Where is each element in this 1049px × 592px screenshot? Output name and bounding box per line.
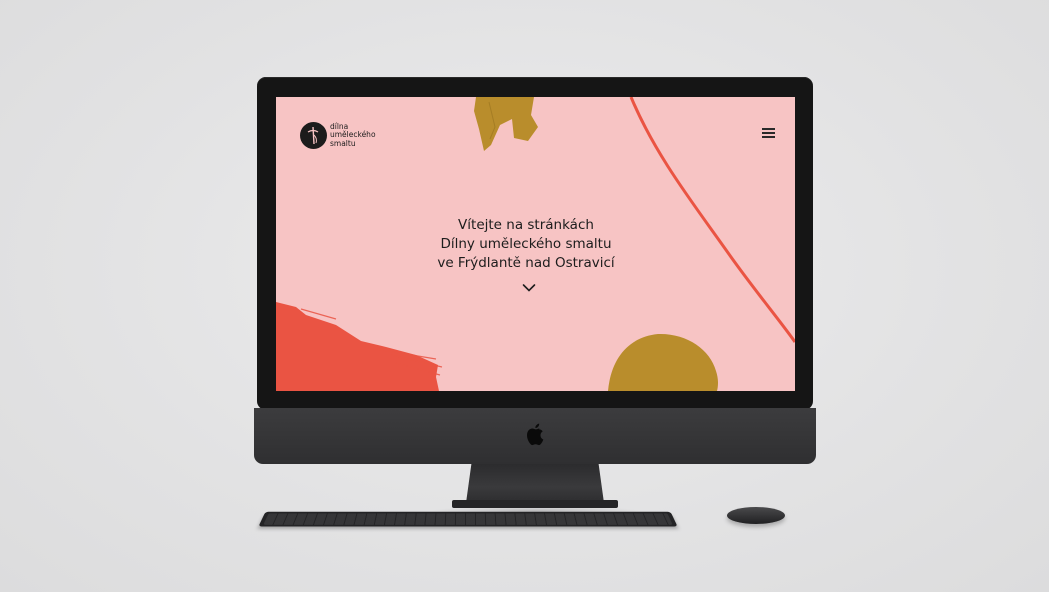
hamburger-menu-icon[interactable] xyxy=(762,128,775,138)
desk-scene: dílna uměleckého smaltu Vítejte na strán… xyxy=(0,0,1049,592)
hero-line-1: Vítejte na stránkách xyxy=(458,217,594,233)
monitor-stand xyxy=(466,463,604,503)
enamel-logo-icon xyxy=(300,122,327,149)
apple-logo-icon xyxy=(527,423,544,446)
ochre-blob xyxy=(608,333,718,391)
hero-line-3: ve Frýdlantě nad Ostravicí xyxy=(437,255,615,271)
site-logo[interactable]: dílna uměleckého smaltu xyxy=(300,122,376,149)
website-screen: dílna uměleckého smaltu Vítejte na strán… xyxy=(276,97,795,391)
red-brushstroke-bottom xyxy=(276,302,439,391)
keyboard xyxy=(258,511,678,527)
chevron-down-icon[interactable] xyxy=(522,283,536,293)
ochre-brushstroke-top xyxy=(474,97,538,151)
logo-text: dílna uměleckého smaltu xyxy=(330,122,376,149)
hero-heading: Vítejte na stránkách Dílny uměleckého sm… xyxy=(386,216,666,273)
monitor-stand-base xyxy=(452,500,618,508)
hero-line-2: Dílny uměleckého smaltu xyxy=(440,236,612,252)
mouse xyxy=(727,507,785,524)
logo-line-3: smaltu xyxy=(330,138,356,148)
